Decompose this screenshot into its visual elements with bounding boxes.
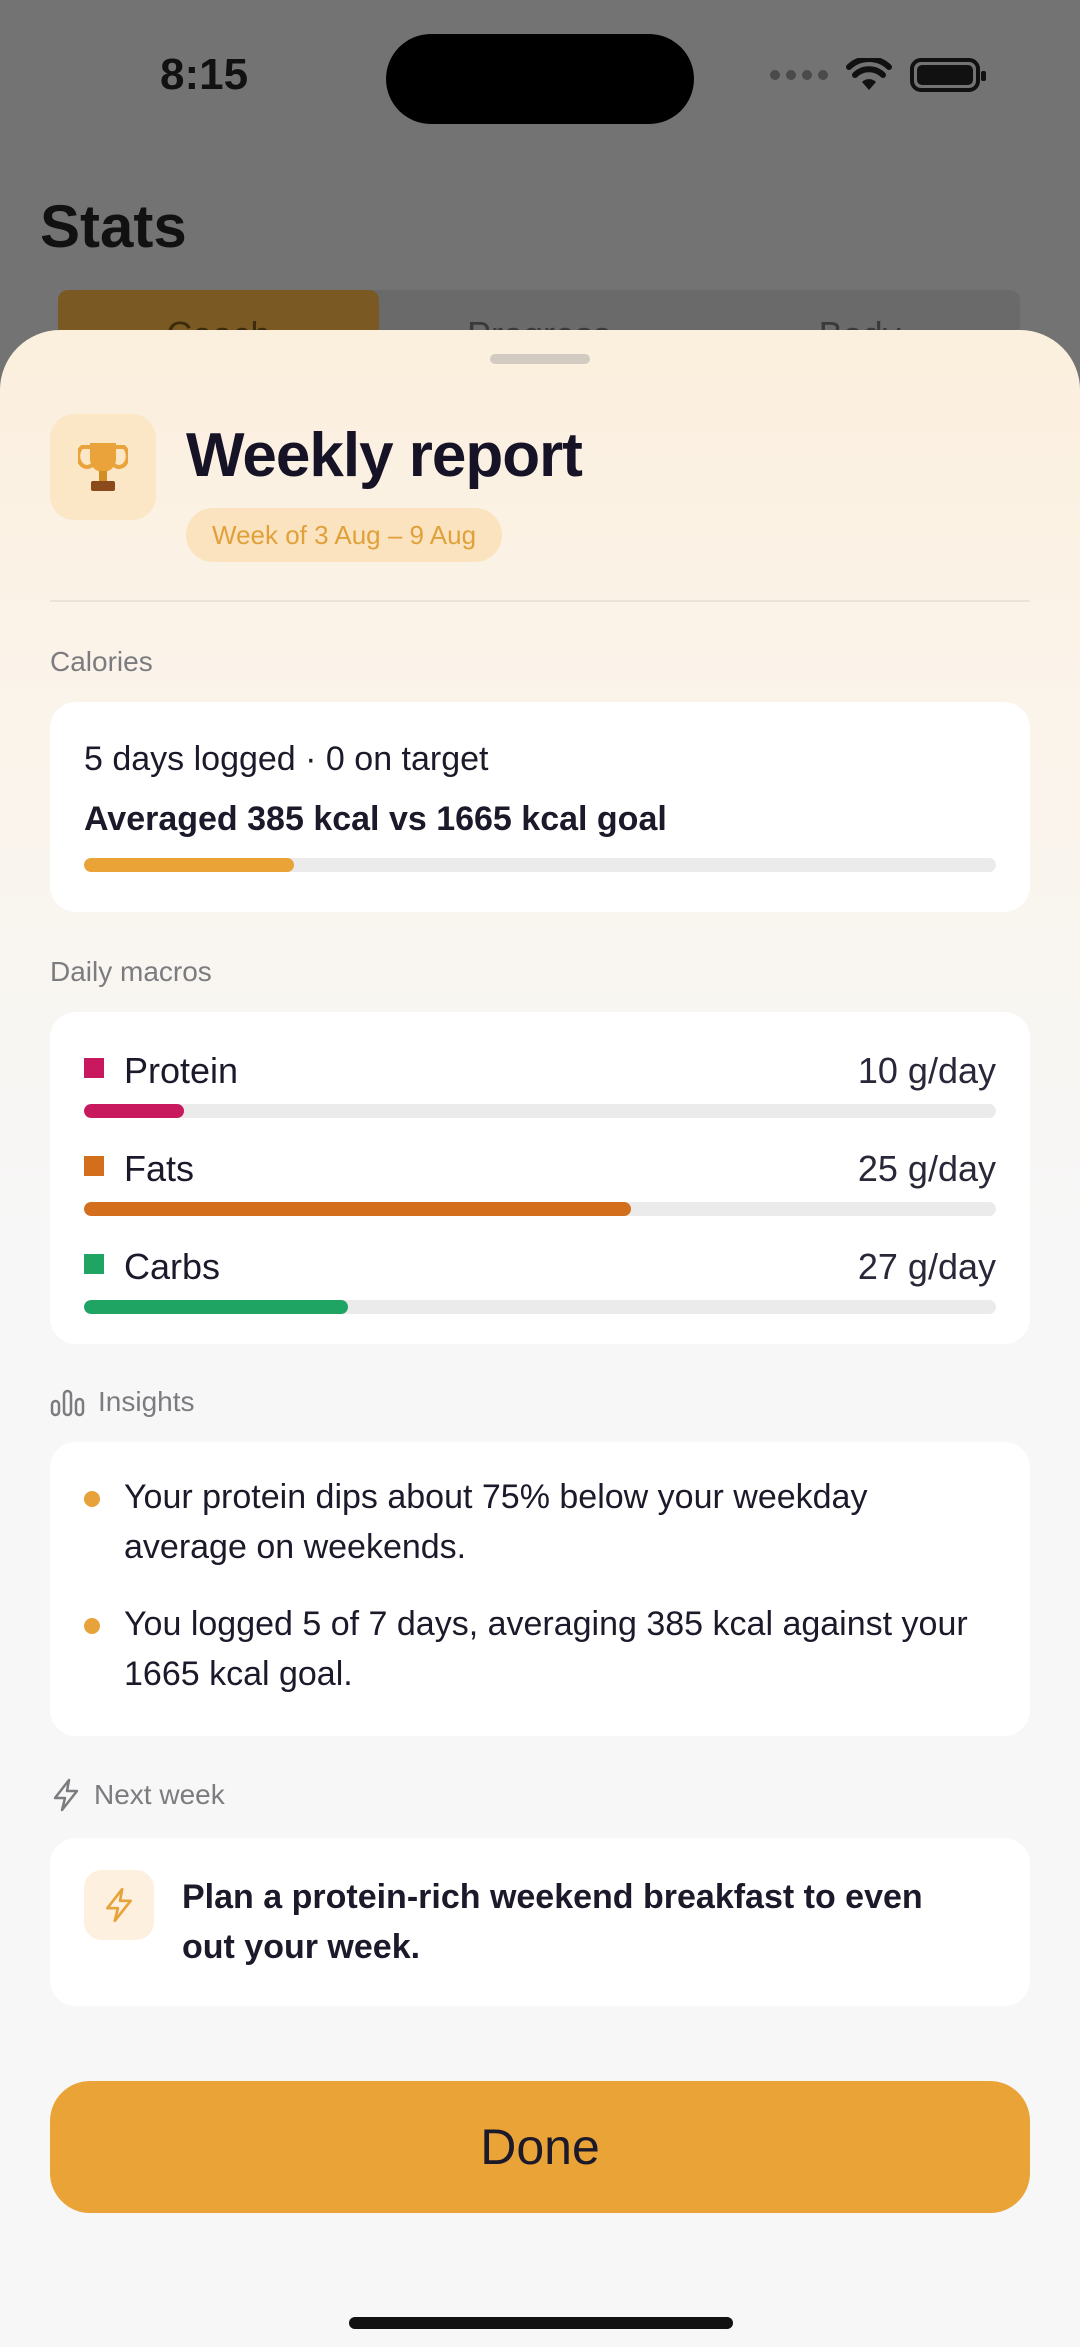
- sheet-title: Weekly report: [186, 421, 583, 490]
- next-week-card: Plan a protein-rich weekend breakfast to…: [50, 1838, 1030, 2006]
- calories-card: 5 days logged · 0 on target Averaged 385…: [50, 702, 1030, 912]
- protein-color-swatch: [84, 1058, 104, 1078]
- macro-row-carbs: Carbs 27 g/day: [84, 1246, 996, 1336]
- macro-row-fats: Fats 25 g/day: [84, 1148, 996, 1238]
- insight-item: Your protein dips about 75% below your w…: [84, 1472, 996, 1572]
- home-indicator[interactable]: [349, 2317, 733, 2329]
- macro-progress-fill: [84, 1104, 185, 1118]
- macro-progress-track: [84, 1104, 996, 1118]
- page-title: Stats: [40, 193, 187, 260]
- insight-item: You logged 5 of 7 days, averaging 385 kc…: [84, 1599, 996, 1699]
- macro-value: 27 g/day: [857, 1246, 996, 1287]
- macro-row-protein: Protein 10 g/day: [84, 1050, 996, 1140]
- status-time: 8:15: [160, 50, 249, 99]
- insights-section-label: Insights: [50, 1386, 195, 1418]
- macro-progress-fill: [84, 1202, 632, 1216]
- weekly-report-sheet: Weekly report Week of 3 Aug – 9 Aug Calo…: [0, 330, 1080, 2347]
- week-range-badge: Week of 3 Aug – 9 Aug: [186, 508, 503, 562]
- bullet-dot: [84, 1618, 100, 1634]
- calories-progress-fill: [84, 858, 294, 872]
- insights-card: Your protein dips about 75% below your w…: [50, 1442, 1030, 1736]
- done-button[interactable]: Done: [50, 2081, 1030, 2213]
- lightning-icon: [84, 1870, 154, 1940]
- calories-section-label: Calories: [50, 646, 153, 677]
- header-divider: [50, 600, 1030, 602]
- macro-name: Fats: [124, 1148, 195, 1189]
- next-week-tip: Plan a protein-rich weekend breakfast to…: [182, 1878, 923, 1966]
- calories-average: Averaged 385 kcal vs 1665 kcal goal: [84, 800, 667, 838]
- next-week-section-label: Next week: [50, 1778, 225, 1812]
- calories-days-logged: 5 days logged · 0 on target: [84, 740, 489, 778]
- macro-value: 10 g/day: [857, 1050, 996, 1091]
- sheet-header: Weekly report Week of 3 Aug – 9 Aug: [50, 414, 1030, 594]
- lightning-icon: [53, 1778, 79, 1812]
- fats-color-swatch: [84, 1156, 104, 1176]
- bullet-dot: [84, 1491, 100, 1507]
- dynamic-island: [386, 34, 694, 124]
- macro-name: Protein: [124, 1050, 239, 1091]
- trophy-icon: [50, 414, 156, 520]
- macro-progress-track: [84, 1300, 996, 1314]
- macros-card: Protein 10 g/day Fats 25 g/day Carbs 27 …: [50, 1012, 1030, 1344]
- wifi-icon: [846, 58, 892, 90]
- macros-section-label: Daily macros: [50, 956, 212, 987]
- carbs-color-swatch: [84, 1254, 104, 1274]
- bar-chart-icon: [50, 1389, 85, 1417]
- macro-value: 25 g/day: [857, 1148, 996, 1189]
- calories-progress-track: [84, 858, 996, 872]
- sheet-grabber[interactable]: [490, 354, 590, 364]
- battery-icon: [910, 58, 986, 92]
- macro-progress-fill: [84, 1300, 349, 1314]
- status-icons: [770, 58, 986, 92]
- macro-progress-track: [84, 1202, 996, 1216]
- macro-name: Carbs: [124, 1246, 221, 1287]
- cellular-signal-icon: [770, 70, 828, 80]
